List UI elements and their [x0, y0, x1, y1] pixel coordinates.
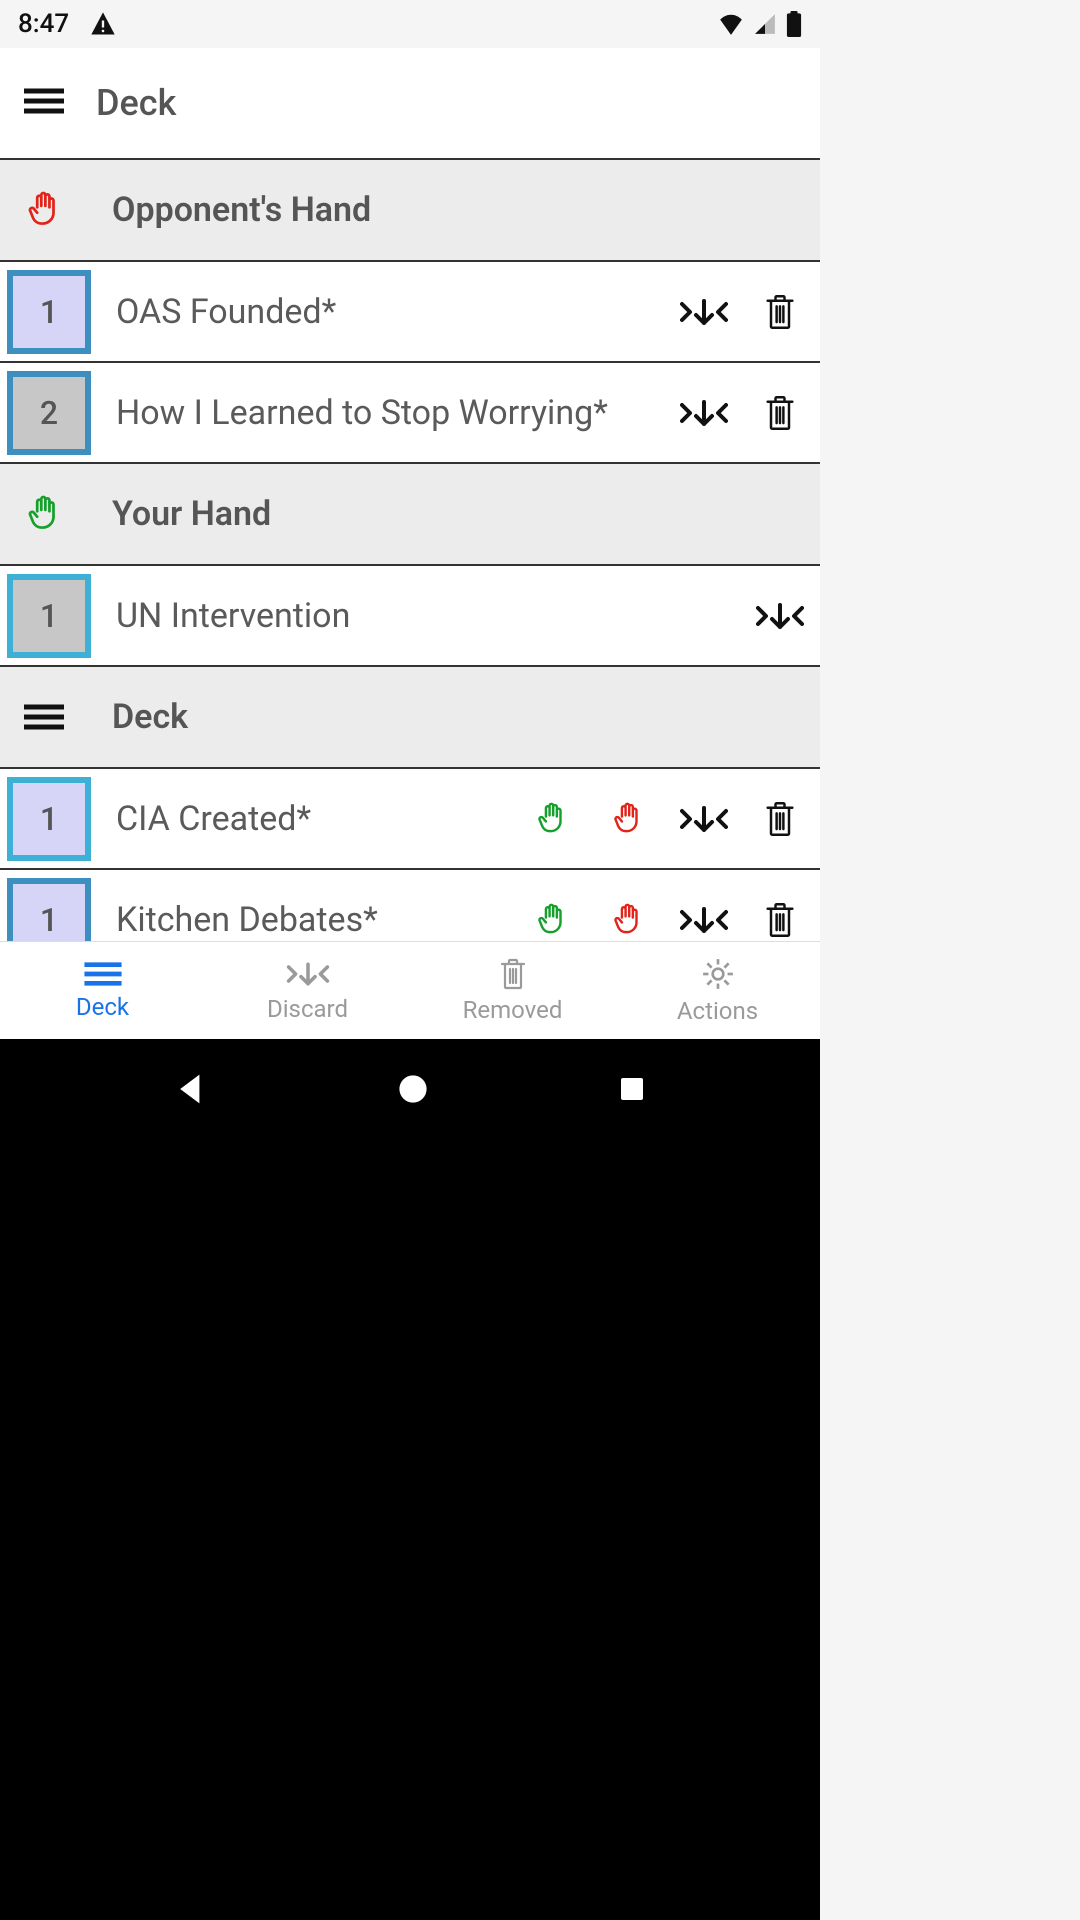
tab-label: Discard	[267, 995, 348, 1023]
cell-signal-icon	[754, 13, 776, 35]
section-title-opponent: Opponent's Hand	[112, 190, 371, 230]
section-header-opponent: Opponent's Hand	[0, 160, 820, 262]
gear-icon	[701, 957, 735, 991]
section-title-your: Your Hand	[112, 494, 271, 534]
to-your-hand-icon[interactable]	[528, 896, 576, 942]
menu-icon[interactable]	[24, 87, 64, 119]
ops-badge: 1	[7, 777, 91, 861]
card-row[interactable]: 2 How I Learned to Stop Worrying*	[0, 363, 820, 464]
card-row[interactable]: 1 UN Intervention	[0, 566, 820, 667]
tab-actions[interactable]: Actions	[615, 942, 820, 1039]
content-scroll[interactable]: Opponent's Hand 1 OAS Founded* 2 How I L…	[0, 160, 820, 941]
trash-icon[interactable]	[756, 389, 804, 437]
section-header-your: Your Hand	[0, 464, 820, 566]
back-button[interactable]	[173, 1071, 209, 1107]
card-row[interactable]: 1 OAS Founded*	[0, 262, 820, 363]
ops-badge: 1	[7, 878, 91, 942]
deck-lines-icon	[24, 703, 64, 731]
card-row[interactable]: 1 CIA Created*	[0, 769, 820, 870]
tab-discard[interactable]: Discard	[205, 942, 410, 1039]
hand-icon-red	[24, 191, 64, 229]
discard-icon[interactable]	[680, 288, 728, 336]
warning-icon	[89, 10, 117, 38]
trash-icon	[498, 958, 528, 990]
to-opponent-hand-icon[interactable]	[604, 795, 652, 843]
trash-icon[interactable]	[756, 795, 804, 843]
card-label: How I Learned to Stop Worrying*	[106, 393, 672, 433]
page-title: Deck	[96, 82, 176, 124]
status-time: 8:47	[18, 9, 69, 39]
card-label: Kitchen Debates*	[106, 900, 520, 940]
section-header-deck: Deck	[0, 667, 820, 769]
discard-icon[interactable]	[680, 795, 728, 843]
trash-icon[interactable]	[756, 288, 804, 336]
tab-label: Actions	[677, 997, 758, 1025]
ops-badge: 2	[7, 371, 91, 455]
card-label: UN Intervention	[106, 596, 748, 636]
ops-badge: 1	[7, 270, 91, 354]
hand-icon-green	[24, 495, 64, 533]
section-title-deck: Deck	[112, 697, 188, 737]
recents-button[interactable]	[617, 1074, 647, 1104]
to-opponent-hand-icon[interactable]	[604, 896, 652, 942]
card-label: OAS Founded*	[106, 292, 672, 332]
filler	[0, 1139, 820, 1920]
discard-icon[interactable]	[680, 896, 728, 942]
discard-icon[interactable]	[680, 389, 728, 437]
deck-lines-icon	[84, 961, 122, 987]
card-row[interactable]: 1 Kitchen Debates*	[0, 870, 820, 941]
android-nav-bar	[0, 1039, 820, 1139]
tab-deck[interactable]: Deck	[0, 942, 205, 1039]
bottom-tabs: Deck Discard Removed Actions	[0, 941, 820, 1039]
tab-label: Removed	[463, 996, 563, 1024]
wifi-icon	[718, 13, 744, 35]
battery-icon	[786, 11, 802, 37]
home-button[interactable]	[396, 1072, 430, 1106]
ops-badge: 1	[7, 574, 91, 658]
tab-label: Deck	[76, 993, 129, 1021]
status-bar: 8:47	[0, 0, 820, 48]
tab-removed[interactable]: Removed	[410, 942, 615, 1039]
trash-icon[interactable]	[756, 896, 804, 942]
discard-icon[interactable]	[756, 592, 804, 640]
card-label: CIA Created*	[106, 799, 520, 839]
to-your-hand-icon[interactable]	[528, 795, 576, 843]
app-bar: Deck	[0, 48, 820, 160]
discard-icon	[284, 959, 332, 989]
